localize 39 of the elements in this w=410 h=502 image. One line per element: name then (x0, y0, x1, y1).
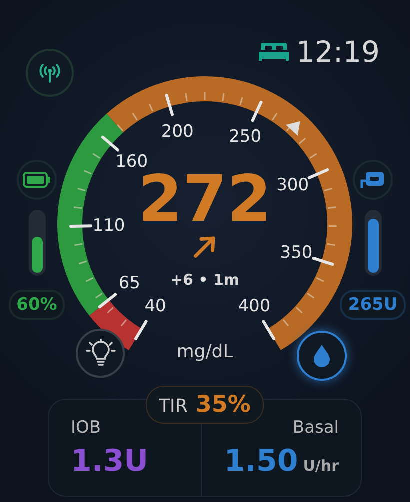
scale-label: 350 (280, 243, 313, 264)
scale-label: 400 (238, 296, 271, 316)
scale-label: 40 (144, 296, 166, 316)
iob-label: IOB (71, 418, 102, 438)
unit-label: mg/dL (176, 342, 234, 362)
signal-button[interactable] (26, 49, 74, 97)
basal-value: 1.50 (224, 444, 298, 479)
tir-label: TIR (159, 396, 188, 417)
scale-label: 200 (161, 122, 194, 142)
tir-value: 35% (196, 392, 251, 418)
major-tick (308, 168, 330, 180)
target-marker (286, 121, 300, 136)
major-tick (98, 293, 118, 309)
clock-time: 12:19 (296, 35, 380, 69)
battery-icon (23, 172, 51, 188)
scale-label: 300 (276, 175, 310, 196)
scale-label: 250 (229, 126, 262, 147)
scale-label: 65 (118, 274, 140, 294)
major-tick (312, 256, 334, 266)
drop-icon (313, 344, 331, 368)
signal-icon (39, 63, 61, 83)
major-tick (134, 320, 148, 340)
reservoir-reading: 265U (340, 290, 406, 320)
major-tick (165, 94, 174, 116)
iob-value: 1.3U (71, 444, 150, 479)
major-tick (101, 136, 120, 152)
trend-text: +6 • 1m (170, 271, 240, 289)
basal-unit: U/hr (303, 457, 339, 475)
pump-icon (359, 169, 387, 191)
basal-label: Basal (292, 418, 339, 438)
battery-reading: 60% (8, 290, 66, 320)
lightbulb-icon (86, 338, 116, 368)
major-tick (70, 224, 93, 228)
major-tick (251, 100, 263, 122)
scale-label: 110 (92, 216, 126, 236)
light-button[interactable] (76, 329, 125, 378)
major-tick (262, 320, 276, 340)
bolus-button[interactable] (297, 331, 347, 381)
trend-arrow-icon (194, 236, 216, 258)
